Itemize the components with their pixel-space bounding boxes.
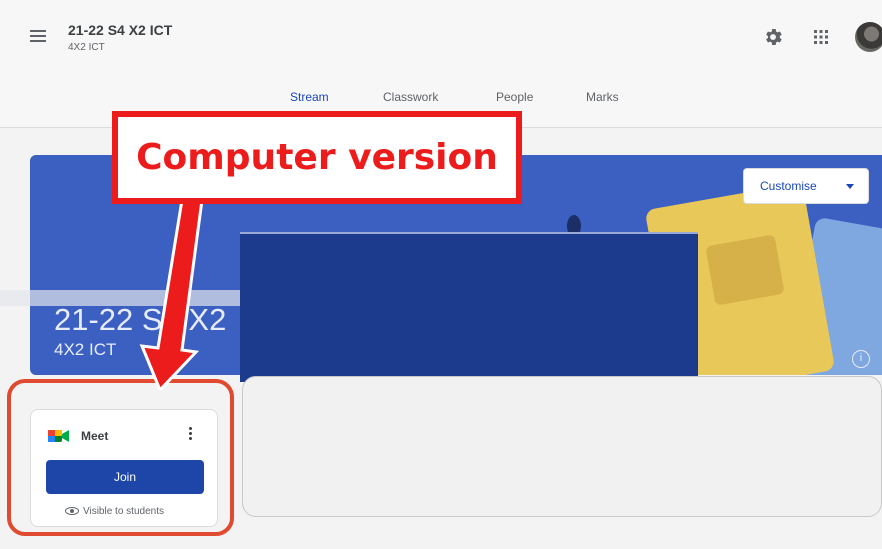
tab-classwork[interactable]: Classwork <box>383 90 438 104</box>
overlay-panel <box>240 232 698 382</box>
info-icon[interactable]: i <box>852 350 870 368</box>
annotation-callout: Computer version <box>112 111 522 204</box>
banner-illustration <box>705 234 785 306</box>
class-title[interactable]: 21-22 S4 X2 ICT <box>68 22 172 38</box>
apps-icon[interactable] <box>812 28 830 46</box>
customise-label: Customise <box>760 179 817 193</box>
class-subtitle: 4X2 ICT <box>68 42 105 53</box>
gear-icon[interactable] <box>762 26 784 48</box>
callout-text: Computer version <box>118 117 516 198</box>
chevron-down-icon <box>846 184 854 189</box>
banner-subtitle: 4X2 ICT <box>54 340 117 359</box>
tab-stream[interactable]: Stream <box>290 90 329 104</box>
customise-button[interactable]: Customise <box>743 168 869 204</box>
tab-bar: Stream Classwork People Marks <box>0 90 882 110</box>
avatar[interactable] <box>855 22 882 52</box>
annotation-arrow <box>139 200 204 390</box>
tab-marks[interactable]: Marks <box>586 90 619 104</box>
menu-icon[interactable] <box>30 27 50 43</box>
tab-people[interactable]: People <box>496 90 533 104</box>
top-app-bar: 21-22 S4 X2 ICT 4X2 ICT Stream Classwork… <box>0 0 882 128</box>
highlight-circle <box>7 379 234 536</box>
announcement-box[interactable] <box>242 376 882 517</box>
